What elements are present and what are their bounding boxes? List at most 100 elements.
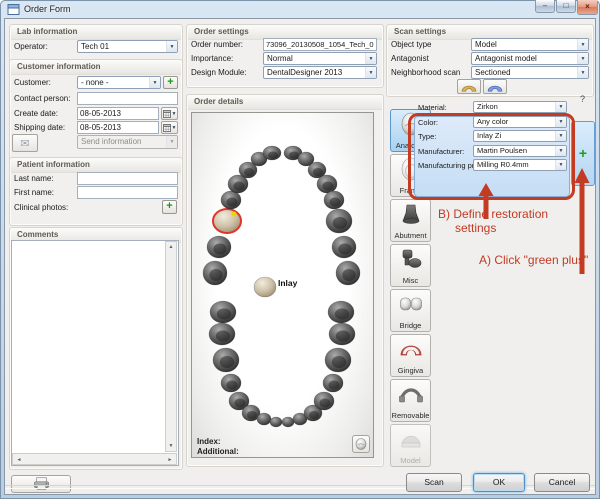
tooth[interactable]	[314, 392, 334, 410]
upper-jaw-icon	[460, 82, 478, 92]
customer-label: Customer:	[14, 78, 51, 87]
object-type-label: Object type	[391, 40, 431, 49]
dialog-client-area: Lab information Operator: Tech 01▼ Custo…	[4, 18, 596, 495]
tooth[interactable]	[282, 417, 294, 427]
upper-jaw-button[interactable]	[457, 79, 481, 94]
chevron-down-icon: ▼	[166, 41, 177, 52]
chevron-down-icon: ▼	[577, 53, 588, 64]
tool-abutment-button[interactable]: Abutment	[390, 199, 431, 242]
maximize-icon: □	[564, 1, 569, 10]
help-link[interactable]: ?	[580, 94, 585, 104]
scroll-right-icon: ►	[166, 457, 174, 463]
scroll-up-icon: ▲	[166, 244, 176, 250]
create-date-picker-button[interactable]: ▼	[161, 107, 178, 120]
additional-label: Additional:	[197, 447, 239, 456]
tooth[interactable]	[324, 191, 344, 209]
tooth[interactable]	[213, 348, 239, 372]
last-name-input[interactable]	[77, 172, 178, 185]
order-number-label: Order number:	[191, 40, 243, 49]
lower-jaw-button[interactable]	[483, 79, 507, 94]
scroll-down-icon: ▼	[166, 443, 176, 449]
shipping-date-label: Shipping date:	[14, 123, 65, 132]
clinical-photos-label: Clinical photos:	[14, 203, 68, 212]
tooth-selected[interactable]	[213, 209, 241, 233]
annotation-arrow-up-long	[571, 168, 593, 274]
tooth[interactable]	[332, 236, 356, 258]
window-icon	[7, 3, 20, 16]
operator-label: Operator:	[14, 42, 48, 51]
chevron-down-icon: ▼	[577, 39, 588, 50]
antagonist-select[interactable]: Antagonist model▼	[471, 52, 589, 65]
scroll-left-icon: ◄	[15, 457, 23, 463]
tooth[interactable]	[325, 348, 351, 372]
tooth-view-button[interactable]	[352, 435, 370, 453]
tooth[interactable]	[317, 175, 337, 193]
tooth[interactable]	[207, 236, 231, 258]
chevron-down-icon: ▼	[166, 136, 177, 148]
tooth[interactable]	[336, 261, 360, 285]
calendar-icon	[163, 110, 171, 118]
bridge-icon	[398, 292, 424, 318]
ok-button[interactable]: OK	[473, 473, 525, 492]
first-name-input[interactable]	[77, 186, 178, 199]
neighborhood-scan-select[interactable]: Sectioned▼	[471, 66, 589, 79]
scan-button[interactable]: Scan	[406, 473, 462, 492]
plus-icon: +	[167, 76, 173, 88]
contact-person-input[interactable]	[77, 92, 178, 105]
create-date-input[interactable]	[77, 107, 159, 120]
comments-textarea[interactable]	[11, 240, 179, 466]
tooth[interactable]	[257, 413, 271, 425]
tool-bridge-button[interactable]: Bridge	[390, 289, 431, 332]
send-information-select: Send information▼	[77, 135, 178, 149]
tooth[interactable]	[270, 417, 282, 427]
tool-gingiva-button[interactable]: Gingiva	[390, 334, 431, 377]
comments-vertical-scrollbar[interactable]: ▲ ▼	[165, 241, 177, 452]
minimize-icon: –	[543, 1, 547, 10]
send-information-button[interactable]: ✉	[12, 134, 38, 152]
importance-select[interactable]: Normal▼	[263, 52, 377, 65]
customer-select[interactable]: - none -▼	[77, 76, 161, 89]
patient-information-header: Patient information	[11, 159, 181, 173]
tooth[interactable]	[209, 323, 235, 345]
minimize-button[interactable]: –	[535, 0, 555, 13]
design-module-select[interactable]: DentalDesigner 2013▼	[263, 66, 377, 79]
object-type-select[interactable]: Model▼	[471, 38, 589, 51]
material-select[interactable]: Zirkon▼	[473, 101, 567, 113]
tooth[interactable]	[221, 191, 241, 209]
shipping-date-input[interactable]	[77, 121, 159, 134]
tooth[interactable]	[210, 301, 236, 323]
tooth-chart-canvas[interactable]: Inlay Index: Additional:	[191, 112, 374, 458]
tooth[interactable]	[203, 261, 227, 285]
print-button[interactable]	[11, 475, 71, 493]
importance-label: Importance:	[191, 54, 233, 63]
design-module-label: Design Module:	[191, 68, 247, 77]
annotation-step-b-line1: B) Define restoration	[438, 207, 548, 221]
tooth[interactable]	[221, 374, 241, 392]
tooth[interactable]	[323, 374, 343, 392]
maximize-button[interactable]: □	[556, 0, 576, 13]
chevron-down-icon: ▼	[365, 53, 376, 64]
tooth[interactable]	[263, 146, 281, 160]
tool-misc-button[interactable]: Misc	[390, 244, 431, 287]
tool-removable-button[interactable]: Removable	[390, 379, 431, 422]
add-customer-button[interactable]: +	[163, 76, 178, 89]
lab-information-header: Lab information	[11, 26, 181, 40]
envelope-icon: ✉	[20, 137, 29, 150]
order-number-input[interactable]	[263, 38, 377, 51]
tooth[interactable]	[329, 323, 355, 345]
close-button[interactable]: ×	[577, 0, 598, 15]
add-clinical-photo-button[interactable]: +	[162, 200, 177, 214]
lower-jaw-icon	[486, 82, 504, 92]
window-title: Order Form	[24, 4, 71, 14]
comments-horizontal-scrollbar[interactable]: ◄ ►	[12, 453, 177, 465]
order-form-window: Order Form – □ × Lab information Operato…	[0, 0, 600, 499]
cancel-button[interactable]: Cancel	[534, 473, 590, 492]
tooth[interactable]	[328, 301, 354, 323]
chevron-down-icon: ▼	[172, 125, 177, 131]
tooth[interactable]	[326, 209, 352, 233]
gingiva-icon	[398, 337, 424, 363]
inlay-tooth[interactable]	[254, 277, 276, 297]
operator-select[interactable]: Tech 01▼	[77, 40, 178, 53]
shipping-date-picker-button[interactable]: ▼	[161, 121, 178, 134]
material-label: Material:	[418, 103, 447, 112]
